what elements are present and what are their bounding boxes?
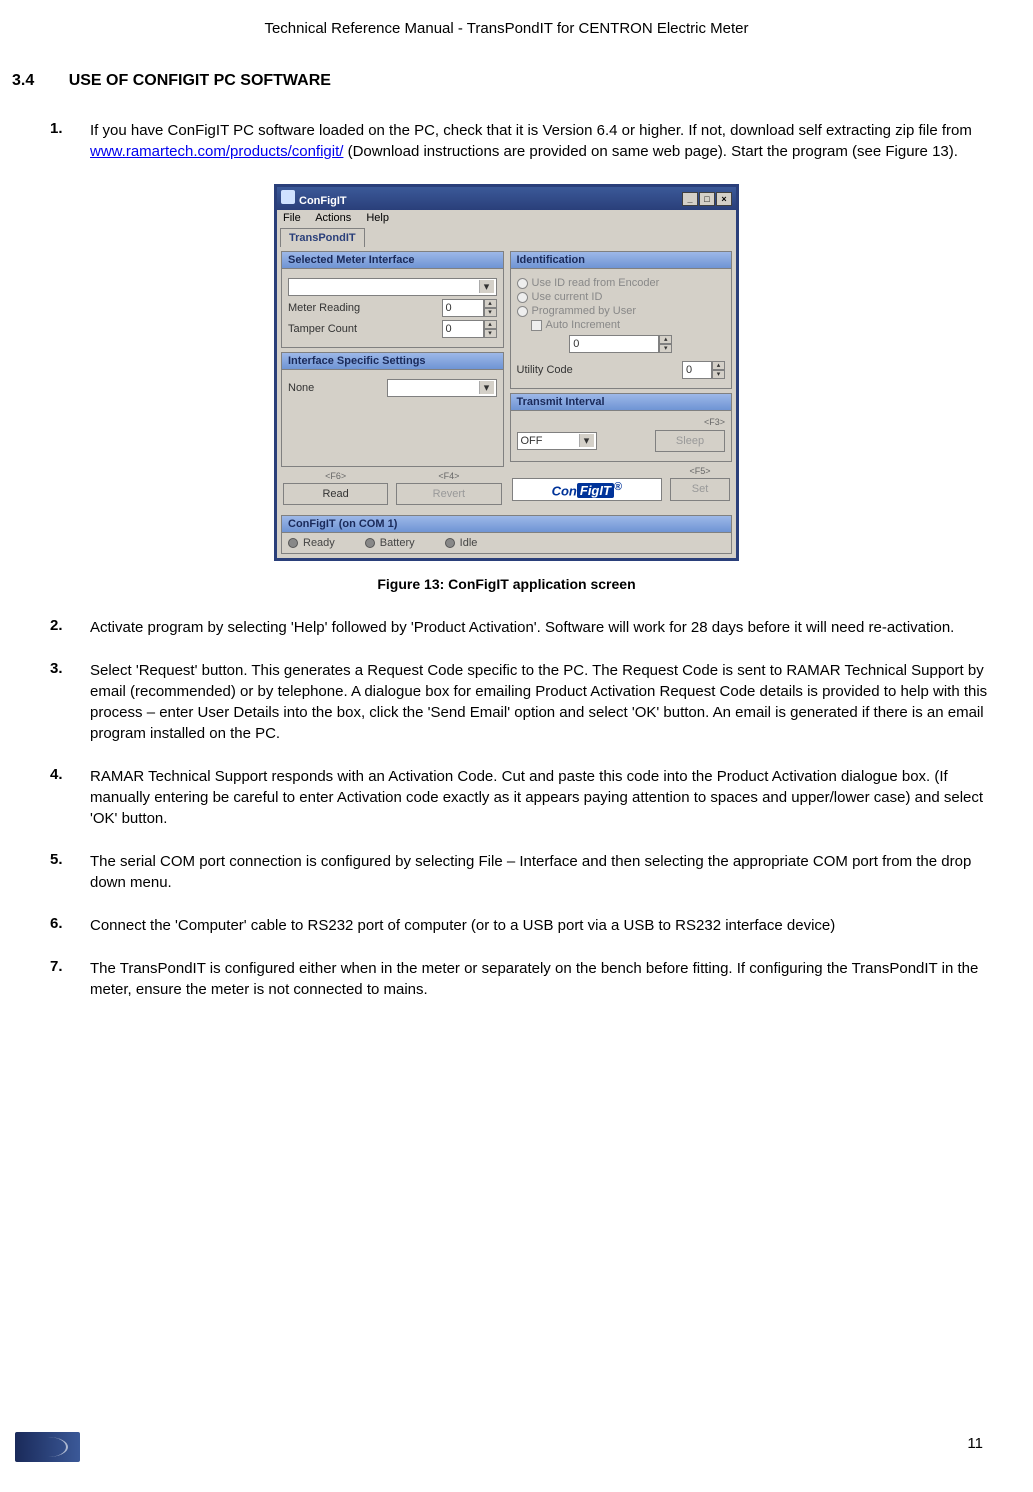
maximize-icon[interactable]: □ [699,192,715,206]
panel-identification: Identification [511,252,732,269]
step-4: 4.RAMAR Technical Support responds with … [10,766,1003,829]
id-input[interactable]: 0 [569,335,659,353]
footer-logo-icon [15,1432,80,1462]
read-button[interactable]: <F6>Read [283,483,388,505]
page-number: 11 [967,1435,983,1452]
interface-settings-select[interactable] [387,379,497,397]
led-icon [445,538,455,548]
spinner-icon[interactable]: ▴▾ [659,335,672,353]
configit-window: ConFigIT _ □ × File Actions Help TransPo… [274,184,739,561]
utility-code-input[interactable]: 0 [682,361,712,379]
radio-programmed-by-user[interactable]: Programmed by User [517,305,726,317]
menubar: File Actions Help [277,210,736,226]
figure-13: ConFigIT _ □ × File Actions Help TransPo… [10,184,1003,561]
step-6: 6.Connect the 'Computer' cable to RS232 … [10,915,1003,936]
tamper-count-input[interactable]: 0 [442,320,484,338]
titlebar: ConFigIT _ □ × [277,187,736,210]
close-icon[interactable]: × [716,192,732,206]
step-1: 1. If you have ConFigIT PC software load… [10,120,1003,162]
meter-interface-select[interactable] [288,278,497,296]
radio-id-from-encoder[interactable]: Use ID read from Encoder [517,277,726,289]
sleep-button[interactable]: Sleep [655,430,725,452]
configit-logo: ConFigIT® [512,478,663,501]
configit-download-link[interactable]: www.ramartech.com/products/configit/ [90,143,343,160]
section-heading: 3.4 USE OF CONFIGIT PC SOFTWARE [12,72,1003,90]
minimize-icon[interactable]: _ [682,192,698,206]
check-auto-increment[interactable]: Auto Increment [531,319,726,331]
utility-code-label: Utility Code [517,364,573,376]
step-2: 2.Activate program by selecting 'Help' f… [10,617,1003,638]
spinner-icon[interactable]: ▴▾ [484,299,497,317]
f3-hint: <F3> [517,417,726,427]
spinner-icon[interactable]: ▴▾ [712,361,725,379]
step-5: 5.The serial COM port connection is conf… [10,851,1003,893]
window-title: ConFigIT [299,195,347,207]
panel-selected-meter-interface: Selected Meter Interface [282,252,503,269]
led-icon [288,538,298,548]
led-icon [365,538,375,548]
radio-use-current-id[interactable]: Use current ID [517,291,726,303]
step-number: 1. [50,120,90,162]
meter-reading-label: Meter Reading [288,302,360,314]
panel-configit-com: ConFigIT (on COM 1) [282,516,731,533]
set-button[interactable]: <F5>Set [670,478,730,501]
menu-actions[interactable]: Actions [315,212,351,224]
status-ready: Ready [288,537,335,549]
status-battery: Battery [365,537,415,549]
section-title-text: USE OF CONFIGIT PC SOFTWARE [69,72,331,89]
tamper-count-label: Tamper Count [288,323,357,335]
panel-interface-settings: Interface Specific Settings [282,353,503,370]
panel-transmit-interval: Transmit Interval [511,394,732,411]
app-icon [281,190,295,204]
status-idle: Idle [445,537,478,549]
section-number: 3.4 [12,72,34,90]
page-header: Technical Reference Manual - TransPondIT… [10,20,1003,37]
transmit-interval-select[interactable]: OFF [517,432,597,450]
tab-transpondit[interactable]: TransPondIT [280,228,365,247]
step-7: 7.The TransPondIT is configured either w… [10,958,1003,1000]
spinner-icon[interactable]: ▴▾ [484,320,497,338]
none-label: None [288,382,314,394]
meter-reading-input[interactable]: 0 [442,299,484,317]
figure-caption: Figure 13: ConFigIT application screen [10,576,1003,592]
step-3: 3.Select 'Request' button. This generate… [10,660,1003,744]
menu-file[interactable]: File [283,212,301,224]
revert-button[interactable]: <F4>Revert [396,483,501,505]
menu-help[interactable]: Help [366,212,389,224]
step-text: If you have ConFigIT PC software loaded … [90,120,1003,162]
